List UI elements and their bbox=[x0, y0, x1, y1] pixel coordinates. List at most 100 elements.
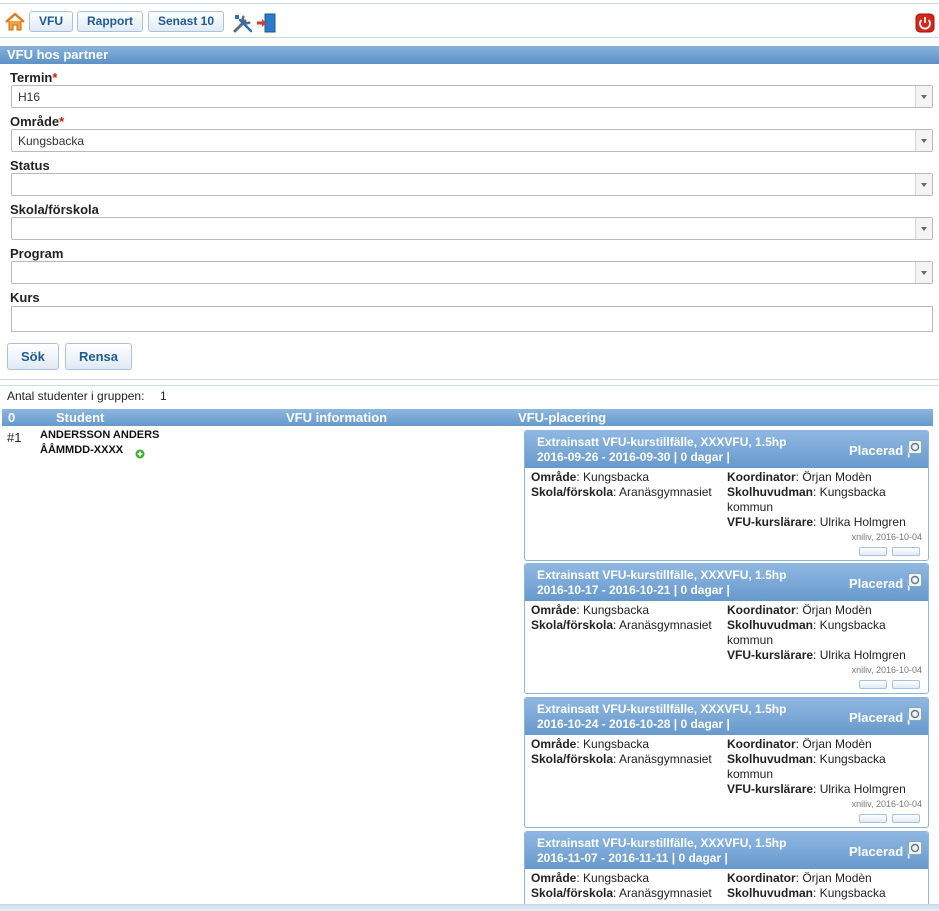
placement-card: Extrainsatt VFU-kurstillfälle, XXXVFU, 1… bbox=[524, 697, 929, 828]
column-header-vfu-information[interactable]: VFU information bbox=[286, 409, 387, 426]
edit-icon[interactable] bbox=[859, 547, 887, 556]
placement-title: Extrainsatt VFU-kurstillfälle, XXXVFU, 1… bbox=[537, 836, 787, 850]
status-label: Status bbox=[10, 158, 50, 173]
program-select[interactable] bbox=[11, 261, 933, 284]
kurslarare-info: VFU-kurslärare: Ulrika Holmgren bbox=[727, 515, 906, 529]
chevron-down-icon bbox=[915, 218, 932, 239]
student-id: ÅÅMMDD-XXXX bbox=[40, 444, 124, 456]
add-icon[interactable] bbox=[135, 449, 145, 459]
results-table-header: 0 Student VFU information VFU-placering bbox=[2, 409, 933, 426]
kurslarare-info: VFU-kurslärare: Ulrika Holmgren bbox=[727, 648, 906, 662]
results-divider bbox=[0, 385, 939, 387]
clear-button[interactable]: Rensa bbox=[65, 343, 133, 370]
program-label: Program bbox=[10, 246, 64, 261]
termin-label: Termin* bbox=[10, 70, 58, 85]
skolhuvudman-cont: kommun bbox=[727, 633, 774, 647]
skolhuvudman-info: Skolhuvudman: Kungsbacka bbox=[727, 752, 886, 766]
omrade-select[interactable]: Kungsbacka bbox=[11, 129, 933, 152]
column-header-student[interactable]: Student bbox=[56, 409, 104, 426]
column-header-index[interactable]: 0 bbox=[8, 409, 15, 426]
search-button[interactable]: Sök bbox=[7, 343, 59, 370]
omrade-value: Kungsbacka bbox=[18, 134, 85, 148]
placement-status: Placerad | bbox=[849, 443, 911, 458]
skola-info: Skola/förskola: Aranäsgymnasiet bbox=[531, 752, 712, 766]
kurs-input[interactable] bbox=[11, 306, 933, 332]
skolhuvudman-cont: kommun bbox=[727, 767, 774, 781]
skolhuvudman-cont: kommun bbox=[727, 500, 774, 514]
placement-card: Extrainsatt VFU-kurstillfälle, XXXVFU, 1… bbox=[524, 563, 929, 694]
placement-title: Extrainsatt VFU-kurstillfälle, XXXVFU, 1… bbox=[537, 435, 787, 449]
details-icon[interactable] bbox=[892, 814, 920, 823]
termin-value: H16 bbox=[18, 90, 41, 104]
student-count: 1 bbox=[160, 389, 167, 403]
placement-card-body: Område: Kungsbacka Skola/förskola: Aranä… bbox=[525, 601, 928, 693]
placement-card-header: Extrainsatt VFU-kurstillfälle, XXXVFU, 1… bbox=[525, 832, 928, 869]
koordinator-info: Koordinator: Örjan Modèn bbox=[727, 603, 872, 617]
kurs-label: Kurs bbox=[10, 290, 40, 305]
skola-info: Skola/förskola: Aranäsgymnasiet bbox=[531, 618, 712, 632]
skola-info: Skola/förskola: Aranäsgymnasiet bbox=[531, 485, 712, 499]
power-icon[interactable] bbox=[915, 13, 935, 33]
student-name[interactable]: ANDERSSON ANDERS bbox=[40, 429, 159, 441]
termin-select[interactable]: H16 bbox=[11, 85, 933, 108]
kurslarare-info: VFU-kurslärare: Ulrika Holmgren bbox=[727, 782, 906, 796]
placement-card-header: Extrainsatt VFU-kurstillfälle, XXXVFU, 1… bbox=[525, 431, 928, 468]
status-info-icon[interactable] bbox=[908, 440, 922, 454]
placement-card-body: Område: Kungsbacka Skola/förskola: Aranä… bbox=[525, 468, 928, 560]
skola-info: Skola/förskola: Aranäsgymnasiet bbox=[531, 886, 712, 900]
placement-card-header: Extrainsatt VFU-kurstillfälle, XXXVFU, 1… bbox=[525, 698, 928, 735]
status-info-icon[interactable] bbox=[908, 573, 922, 587]
skola-label: Skola/förskola bbox=[10, 202, 99, 217]
edit-icon[interactable] bbox=[859, 680, 887, 689]
placement-meta: xniliv, 2016-10-04 bbox=[851, 532, 922, 542]
home-icon[interactable] bbox=[4, 11, 26, 33]
search-form: Termin* H16 Område* Kungsbacka Status Sk… bbox=[0, 64, 939, 380]
chevron-down-icon bbox=[915, 174, 932, 195]
koordinator-info: Koordinator: Örjan Modèn bbox=[727, 871, 872, 885]
omrade-info: Område: Kungsbacka bbox=[531, 737, 650, 751]
details-icon[interactable] bbox=[892, 547, 920, 556]
placement-card: Extrainsatt VFU-kurstillfälle, XXXVFU, 1… bbox=[524, 430, 929, 561]
student-count-label: Antal studenter i gruppen: bbox=[7, 389, 145, 403]
placement-card-body: Område: Kungsbacka Skola/förskola: Aranä… bbox=[525, 735, 928, 827]
omrade-info: Område: Kungsbacka bbox=[531, 871, 650, 885]
skolhuvudman-info: Skolhuvudman: Kungsbacka bbox=[727, 886, 886, 900]
rapport-button[interactable]: Rapport bbox=[77, 11, 143, 32]
edit-icon[interactable] bbox=[859, 814, 887, 823]
placement-title: Extrainsatt VFU-kurstillfälle, XXXVFU, 1… bbox=[537, 568, 787, 582]
status-info-icon[interactable] bbox=[908, 841, 922, 855]
chevron-down-icon bbox=[915, 130, 932, 151]
placement-dates: 2016-10-17 - 2016-10-21 | 0 dagar | bbox=[537, 583, 730, 597]
status-info-icon[interactable] bbox=[908, 707, 922, 721]
placement-meta: xniliv, 2016-10-04 bbox=[851, 665, 922, 675]
placement-title: Extrainsatt VFU-kurstillfälle, XXXVFU, 1… bbox=[537, 702, 787, 716]
section-title: VFU hos partner bbox=[0, 46, 939, 64]
chevron-down-icon bbox=[915, 262, 932, 283]
skolhuvudman-info: Skolhuvudman: Kungsbacka bbox=[727, 618, 886, 632]
placement-card-body: Område: Kungsbacka Skola/förskola: Aranä… bbox=[525, 869, 928, 904]
vfu-button[interactable]: VFU bbox=[29, 11, 73, 32]
skola-select[interactable] bbox=[11, 217, 933, 240]
placement-card: Extrainsatt VFU-kurstillfälle, XXXVFU, 1… bbox=[524, 831, 929, 904]
placement-status: Placerad | bbox=[849, 710, 911, 725]
chevron-down-icon bbox=[915, 86, 932, 107]
koordinator-info: Koordinator: Örjan Modèn bbox=[727, 470, 872, 484]
placement-dates: 2016-09-26 - 2016-09-30 | 0 dagar | bbox=[537, 450, 730, 464]
senast-10-button[interactable]: Senast 10 bbox=[148, 11, 225, 32]
details-icon[interactable] bbox=[892, 680, 920, 689]
placement-dates: 2016-11-07 - 2016-11-11 | 0 dagar | bbox=[537, 851, 728, 865]
bottom-scroll-edge bbox=[0, 904, 939, 911]
tools-icon[interactable] bbox=[232, 12, 254, 34]
placement-card-header: Extrainsatt VFU-kurstillfälle, XXXVFU, 1… bbox=[525, 564, 928, 601]
logout-icon[interactable] bbox=[255, 12, 277, 34]
koordinator-info: Koordinator: Örjan Modèn bbox=[727, 737, 872, 751]
status-select[interactable] bbox=[11, 173, 933, 196]
column-header-vfu-placering[interactable]: VFU-placering bbox=[518, 409, 606, 426]
placement-dates: 2016-10-24 - 2016-10-28 | 0 dagar | bbox=[537, 717, 730, 731]
omrade-info: Område: Kungsbacka bbox=[531, 603, 650, 617]
row-number: #1 bbox=[7, 430, 22, 445]
skolhuvudman-info: Skolhuvudman: Kungsbacka bbox=[727, 485, 886, 499]
placement-status: Placerad | bbox=[849, 576, 911, 591]
top-toolbar: VFU Rapport Senast 10 bbox=[0, 3, 939, 38]
placement-status: Placerad | bbox=[849, 844, 911, 859]
